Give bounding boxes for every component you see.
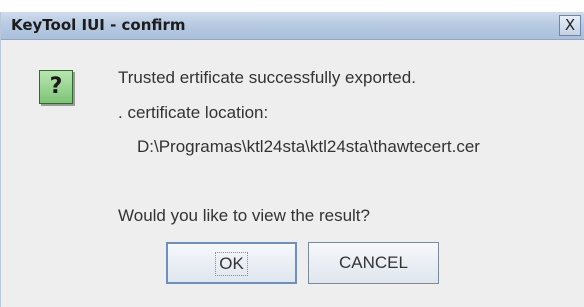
- message-line-1: Trusted ertificate successfully exported…: [118, 68, 416, 87]
- confirm-dialog-window: KeyTool IUI - confirm X ? Trusted ertifi…: [0, 12, 584, 307]
- ok-button[interactable]: OK: [166, 242, 297, 284]
- certificate-path: D:\Programas\ktl24sta\ktl24sta\thawtecer…: [137, 137, 480, 156]
- question-icon: ?: [39, 70, 73, 104]
- confirm-question: Would you like to view the result?: [118, 206, 370, 225]
- message-line-2: . certificate location:: [118, 103, 269, 122]
- ok-button-label: OK: [215, 252, 248, 276]
- window-title: KeyTool IUI - confirm: [11, 16, 186, 34]
- close-button[interactable]: X: [559, 15, 581, 36]
- cancel-button-label: CANCEL: [339, 253, 408, 272]
- cancel-button[interactable]: CANCEL: [308, 242, 439, 284]
- close-icon: X: [564, 16, 576, 34]
- title-bar[interactable]: KeyTool IUI - confirm X: [1, 12, 584, 40]
